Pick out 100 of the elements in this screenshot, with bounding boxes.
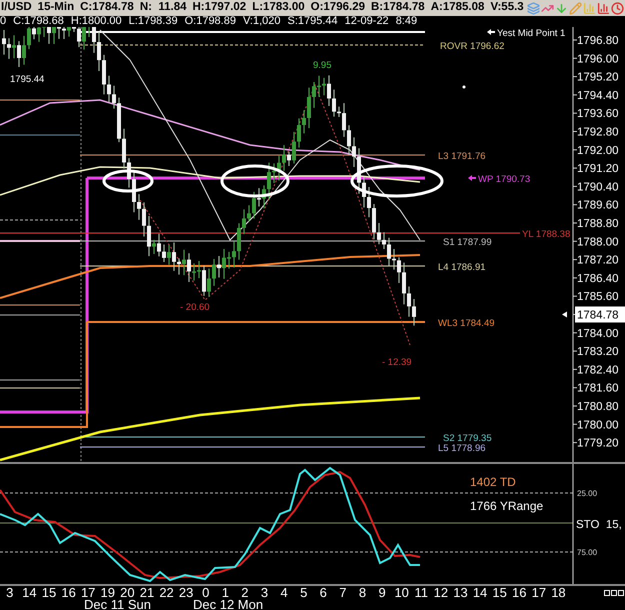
- highlight-ellipse: [102, 170, 154, 192]
- price-axis-label: 1794.40: [577, 90, 619, 102]
- time-axis-label: 3: [5, 586, 14, 599]
- chart-annotation: 9.95: [313, 60, 332, 71]
- date-label: Dec 12 Mon: [193, 599, 264, 610]
- time-axis-label: 15: [40, 586, 58, 599]
- time-axis-label: 5: [299, 586, 308, 599]
- price-axis-label: 1779.20: [577, 438, 619, 450]
- chart-annotation: - 12.39: [382, 357, 412, 368]
- quote-field: L:1783.00: [252, 0, 305, 16]
- time-axis-label: 21: [140, 586, 156, 599]
- highlight-ellipse: [220, 164, 290, 198]
- time-axis-label: 3: [260, 586, 270, 599]
- price-axis-label: 1792.80: [577, 126, 619, 138]
- quote-field: A:1785.08: [430, 0, 484, 16]
- time-axis-label: 13: [452, 586, 469, 599]
- price-axis-label: 1782.40: [577, 364, 619, 376]
- level-label: Yest Mid Point 1: [497, 28, 566, 39]
- quote-field: H:1797.02: [192, 0, 246, 16]
- level-label: L3 1791.76: [438, 151, 486, 162]
- quote-field: O:1796.29: [310, 0, 365, 16]
- left-arrow-icon: [468, 175, 476, 181]
- level-label: S2 1779.35: [443, 433, 492, 444]
- pencil-icon[interactable]: [568, 2, 582, 14]
- time-axis-label: 16: [60, 586, 77, 599]
- time-axis-label: 4: [279, 586, 289, 599]
- info-field: C:1798.68: [13, 16, 64, 27]
- time-axis-label: 8: [358, 586, 368, 599]
- quote-field: V:55.3: [490, 0, 524, 16]
- time-axis-label: 18: [550, 586, 567, 599]
- quote-field: I/USD: [1, 0, 32, 16]
- time-axis-label: 2: [240, 586, 250, 599]
- info-field: 0: [0, 16, 6, 27]
- info-field: 12-09-22: [344, 16, 389, 27]
- time-axis-label: 6: [318, 586, 328, 599]
- chart-annotation: - 20.60: [180, 302, 210, 313]
- time-axis-label: 20: [119, 586, 135, 599]
- price-axis-label: 1780.00: [577, 419, 619, 432]
- price-axis-label: 1781.60: [577, 382, 619, 395]
- layers-icon[interactable]: [526, 2, 540, 14]
- time-axis-label: 22: [158, 586, 175, 599]
- time-axis-label: 19: [100, 586, 116, 599]
- level-label: ROVR 1796.62: [440, 41, 504, 52]
- time-axis-label: 17: [80, 586, 96, 599]
- time-axis-label: 16: [511, 586, 528, 599]
- info-field: O:1798.89: [184, 16, 236, 27]
- price-axis-label: 1786.40: [577, 272, 619, 285]
- price-axis-label: 1784.78: [577, 310, 619, 322]
- price-axis-label: 1788.00: [577, 236, 619, 248]
- oscillator-axis-label: 75.00: [577, 548, 598, 557]
- price-axis-label: 1780.80: [577, 401, 619, 413]
- level-label: WL3 1784.49: [438, 318, 495, 329]
- price-axis-label: 1784.00: [577, 328, 619, 340]
- price-axis-label: 1783.20: [577, 346, 619, 358]
- price-axis-label: 1785.60: [577, 291, 619, 304]
- time-axis-label: 7: [338, 586, 348, 599]
- indicator-name: STO 15,: [576, 519, 622, 531]
- level-label: YL 1788.38: [522, 229, 570, 240]
- clock-icon[interactable]: [610, 2, 624, 14]
- panel-buttons-icon[interactable]: [604, 590, 624, 596]
- down-arrow-icon[interactable]: [554, 2, 568, 14]
- price-axis-label: 1791.20: [577, 163, 619, 176]
- price-axis-label: 1792.00: [577, 144, 619, 157]
- oscillator-axis-label: 25.00: [577, 489, 598, 498]
- oscillator-label: 1766 YRange: [470, 499, 544, 513]
- price-axis-label: 1788.80: [577, 218, 619, 230]
- info-field: S:1795.44: [287, 16, 338, 27]
- price-axis-label: 1793.60: [577, 108, 619, 120]
- chart-annotation: 1795.44: [10, 74, 44, 85]
- time-axis-label: 14: [21, 586, 38, 599]
- dot-marker: [462, 86, 466, 88]
- time-axis-label: 17: [530, 586, 548, 599]
- quote-field: B:1784.78: [371, 0, 425, 16]
- time-axis-label: 12: [432, 586, 450, 599]
- level-label: WP 1790.73: [478, 174, 530, 185]
- level-label: S1 1787.99: [443, 237, 492, 248]
- price-pointer-icon: [562, 312, 567, 318]
- time-axis-label: 11: [414, 586, 430, 599]
- price-axis-label: 1789.60: [577, 200, 619, 212]
- time-axis-label: 0: [201, 586, 210, 599]
- time-axis-label: 23: [178, 586, 194, 599]
- time-axis-label: 14: [472, 586, 488, 599]
- time-axis-label: 9: [377, 586, 387, 599]
- time-axis-label: 15: [491, 586, 508, 599]
- price-axis-label: 1795.20: [577, 72, 619, 84]
- info-field: L:1798.39: [128, 16, 178, 27]
- price-axis-label: 1790.40: [577, 181, 619, 194]
- level-label: L4 1786.91: [438, 262, 486, 273]
- oscillator-label: 1402 TD: [470, 475, 516, 489]
- level-label: L5 1778.96: [438, 443, 486, 454]
- date-label: Dec 11 Sun: [84, 599, 152, 610]
- quote-field: C:1784.78: [80, 0, 134, 16]
- quote-field: N: 11.84: [140, 0, 186, 16]
- info-field: V:1,020: [242, 16, 280, 27]
- time-axis-label: 10: [393, 586, 410, 599]
- price-axis-label: 1796.00: [577, 53, 619, 66]
- price-axis-label: 1787.20: [577, 254, 619, 267]
- left-arrow-icon: [487, 29, 495, 35]
- info-field: H:1800.00: [70, 16, 122, 27]
- info-field: 8:49: [396, 16, 418, 27]
